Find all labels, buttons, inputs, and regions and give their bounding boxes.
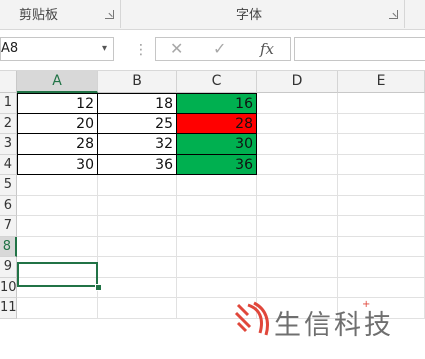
column-header-e[interactable]: E	[338, 71, 425, 93]
cell-a8[interactable]	[17, 236, 98, 257]
cell-b1[interactable]: 18	[98, 93, 177, 114]
watermark-logo-icon	[234, 301, 269, 336]
row-header-3[interactable]: 3	[0, 134, 17, 155]
watermark: 生信科技 +	[234, 299, 414, 341]
formula-bar: A8 ▾ ⋮ ✕ ✓ fx	[0, 30, 425, 71]
cell-c10[interactable]	[177, 277, 257, 298]
cell-e1[interactable]	[338, 93, 425, 114]
cell-e8[interactable]	[338, 236, 425, 257]
cell-a4[interactable]: 30	[17, 154, 98, 175]
cell-e7[interactable]	[338, 216, 425, 237]
cell-a5[interactable]	[17, 175, 98, 196]
cell-a6[interactable]	[17, 195, 98, 216]
row-header-1[interactable]: 1	[0, 93, 17, 114]
cell-e5[interactable]	[338, 175, 425, 196]
cell-c7[interactable]	[177, 216, 257, 237]
watermark-text: 生信科技	[274, 310, 394, 341]
cell-c4[interactable]: 36	[177, 154, 257, 175]
row-header-2[interactable]: 2	[0, 113, 17, 134]
name-box[interactable]: A8 ▾	[0, 37, 114, 61]
cell-b8[interactable]	[98, 236, 177, 257]
ribbon-separator	[120, 0, 121, 28]
formula-buttons: ✕ ✓ fx	[155, 37, 291, 61]
column-header-b[interactable]: B	[98, 71, 177, 93]
cell-a7[interactable]	[17, 216, 98, 237]
row-header-10[interactable]: 10	[0, 277, 17, 298]
row-header-8[interactable]: 8	[0, 236, 17, 257]
cell-b9[interactable]	[98, 257, 177, 278]
row-header-5[interactable]: 5	[0, 175, 17, 196]
cell-d4[interactable]	[257, 154, 338, 175]
cell-a2[interactable]: 20	[17, 113, 98, 134]
active-cell-outline[interactable]	[17, 262, 98, 287]
cell-b6[interactable]	[98, 195, 177, 216]
cell-c8[interactable]	[177, 236, 257, 257]
cell-b4[interactable]: 36	[98, 154, 177, 175]
cell-d3[interactable]	[257, 134, 338, 155]
clipboard-group-label: 剪贴板	[19, 8, 59, 23]
cell-d5[interactable]	[257, 175, 338, 196]
cell-b5[interactable]	[98, 175, 177, 196]
cell-d10[interactable]	[257, 277, 338, 298]
ribbon: 剪贴板 字体	[0, 0, 425, 30]
row-header-6[interactable]: 6	[0, 195, 17, 216]
name-box-dropdown-icon[interactable]: ▾	[102, 43, 107, 54]
ribbon-separator	[404, 0, 405, 28]
cell-c6[interactable]	[177, 195, 257, 216]
cell-a11[interactable]	[17, 298, 98, 319]
cell-b10[interactable]	[98, 277, 177, 298]
clipboard-dialog-launcher-icon[interactable]	[105, 10, 114, 19]
cell-c5[interactable]	[177, 175, 257, 196]
cell-e6[interactable]	[338, 195, 425, 216]
formula-bar-resize-handle[interactable]: ⋮	[134, 42, 148, 58]
font-dialog-launcher-icon[interactable]	[389, 10, 398, 19]
name-box-value: A8	[1, 41, 19, 56]
row-header-9[interactable]: 9	[0, 257, 17, 278]
cell-d2[interactable]	[257, 113, 338, 134]
fill-handle[interactable]	[95, 284, 102, 291]
cell-d8[interactable]	[257, 236, 338, 257]
cell-c1[interactable]: 16	[177, 93, 257, 114]
cell-b7[interactable]	[98, 216, 177, 237]
cell-d9[interactable]	[257, 257, 338, 278]
cell-e4[interactable]	[338, 154, 425, 175]
cell-e9[interactable]	[338, 257, 425, 278]
column-header-d[interactable]: D	[257, 71, 338, 93]
cell-b3[interactable]: 32	[98, 134, 177, 155]
formula-input[interactable]	[294, 37, 425, 61]
row-header-7[interactable]: 7	[0, 216, 17, 237]
cell-c9[interactable]	[177, 257, 257, 278]
cell-e2[interactable]	[338, 113, 425, 134]
cell-d6[interactable]	[257, 195, 338, 216]
cancel-icon[interactable]: ✕	[170, 39, 183, 58]
cell-a1[interactable]: 12	[17, 93, 98, 114]
cell-b2[interactable]: 25	[98, 113, 177, 134]
font-group-label: 字体	[236, 8, 263, 23]
cell-c3[interactable]: 30	[177, 134, 257, 155]
cell-e3[interactable]	[338, 134, 425, 155]
row-header-4[interactable]: 4	[0, 154, 17, 175]
cell-b11[interactable]	[98, 298, 177, 319]
cell-d7[interactable]	[257, 216, 338, 237]
insert-function-icon[interactable]: fx	[260, 40, 274, 58]
cell-d1[interactable]	[257, 93, 338, 114]
confirm-icon[interactable]: ✓	[213, 39, 226, 58]
row-header-11[interactable]: 11	[0, 298, 17, 319]
cell-e10[interactable]	[338, 277, 425, 298]
cell-a3[interactable]: 28	[17, 134, 98, 155]
column-header-c[interactable]: C	[177, 71, 257, 93]
column-header-a[interactable]: A	[17, 71, 98, 93]
watermark-star: +	[362, 299, 371, 310]
select-all-corner[interactable]	[0, 71, 17, 93]
cell-c2[interactable]: 28	[177, 113, 257, 134]
